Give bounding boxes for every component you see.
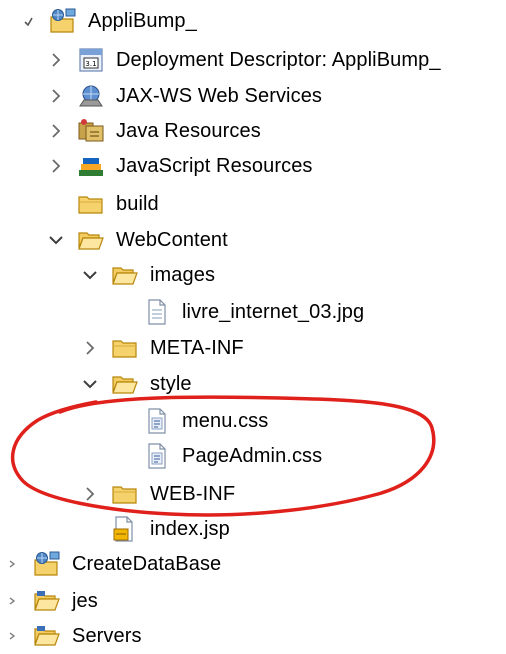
dynamic-web-project-icon [48, 6, 78, 36]
tree-item-label: index.jsp [150, 518, 230, 540]
folder-icon [110, 479, 140, 509]
chevron-right-icon[interactable] [78, 330, 102, 366]
chevron-right-icon[interactable] [44, 42, 68, 78]
jsp-file-icon [110, 514, 140, 544]
chevron-down-icon[interactable] [16, 3, 40, 39]
chevron-right-icon[interactable] [78, 476, 102, 512]
tree-item[interactable]: livre_internet_03.jpg [0, 294, 364, 330]
file-icon [142, 297, 172, 327]
tree-item-label: Java Resources [116, 120, 261, 142]
tree-item[interactable]: JAX-WS Web Services [0, 78, 322, 114]
tree-item-label: jes [72, 590, 98, 612]
chevron-down-icon[interactable] [78, 366, 102, 402]
dynamic-web-project-icon [32, 549, 62, 579]
tree-item-label: Deployment Descriptor: AppliBump_ [116, 49, 441, 71]
javascript-resources-icon [76, 151, 106, 181]
tree-item-label: AppliBump_ [88, 10, 197, 32]
tree-item[interactable]: 3.1 Deployment Descriptor: AppliBump_ [0, 42, 441, 78]
tree-item[interactable]: PageAdmin.css [0, 438, 322, 474]
tree-item-label: images [150, 264, 216, 286]
tree-item-label: CreateDataBase [72, 553, 222, 575]
chevron-right-icon[interactable] [44, 78, 68, 114]
tree-item[interactable]: CreateDataBase [0, 546, 221, 582]
tree-item[interactable]: menu.css [0, 403, 268, 439]
chevron-down-icon[interactable] [44, 222, 68, 258]
folder-open-icon [110, 369, 140, 399]
tree-item-label: livre_internet_03.jpg [182, 301, 365, 323]
tree-item[interactable]: images [0, 257, 215, 293]
tree-item[interactable]: build [0, 186, 159, 222]
project-explorer-tree: AppliBump_ 3.1 Deployment Descriptor: Appl… [0, 0, 506, 650]
tree-item-label: META-INF [150, 337, 244, 359]
chevron-right-icon[interactable] [44, 113, 68, 149]
tree-item[interactable]: JavaScript Resources [0, 148, 313, 184]
tree-item[interactable]: style [0, 366, 192, 402]
chevron-down-icon[interactable] [78, 257, 102, 293]
tree-item-label: WebContent [116, 229, 228, 251]
chevron-right-icon[interactable] [0, 583, 24, 619]
tree-item[interactable]: META-INF [0, 330, 244, 366]
tree-item-label: style [150, 373, 192, 395]
tree-item[interactable]: WebContent [0, 222, 228, 258]
css-file-icon [142, 406, 172, 436]
tree-item-label: JAX-WS Web Services [116, 85, 323, 107]
tree-item[interactable]: index.jsp [0, 511, 230, 547]
tree-item[interactable]: AppliBump_ [0, 3, 197, 39]
chevron-right-icon[interactable] [0, 546, 24, 582]
tree-item-label: menu.css [182, 410, 269, 432]
chevron-right-icon[interactable] [44, 148, 68, 184]
java-resources-icon [76, 116, 106, 146]
tree-item[interactable]: Java Resources [0, 113, 261, 149]
css-file-icon [142, 441, 172, 471]
tree-item[interactable]: Servers [0, 618, 142, 654]
jax-ws-icon [76, 81, 106, 111]
tree-item[interactable]: jes [0, 583, 98, 619]
svg-text:3.1: 3.1 [85, 60, 96, 68]
deployment-descriptor-icon: 3.1 [76, 45, 106, 75]
project-folder-icon [32, 621, 62, 651]
tree-item-label: WEB-INF [150, 483, 236, 505]
tree-item-label: JavaScript Resources [116, 155, 313, 177]
tree-item[interactable]: WEB-INF [0, 476, 235, 512]
folder-icon [110, 333, 140, 363]
folder-icon [76, 189, 106, 219]
tree-item-label: build [116, 193, 159, 215]
folder-open-icon [76, 225, 106, 255]
tree-item-label: PageAdmin.css [182, 445, 323, 467]
project-folder-icon [32, 586, 62, 616]
tree-item-label: Servers [72, 625, 142, 647]
folder-open-icon [110, 260, 140, 290]
chevron-right-icon[interactable] [0, 618, 24, 654]
